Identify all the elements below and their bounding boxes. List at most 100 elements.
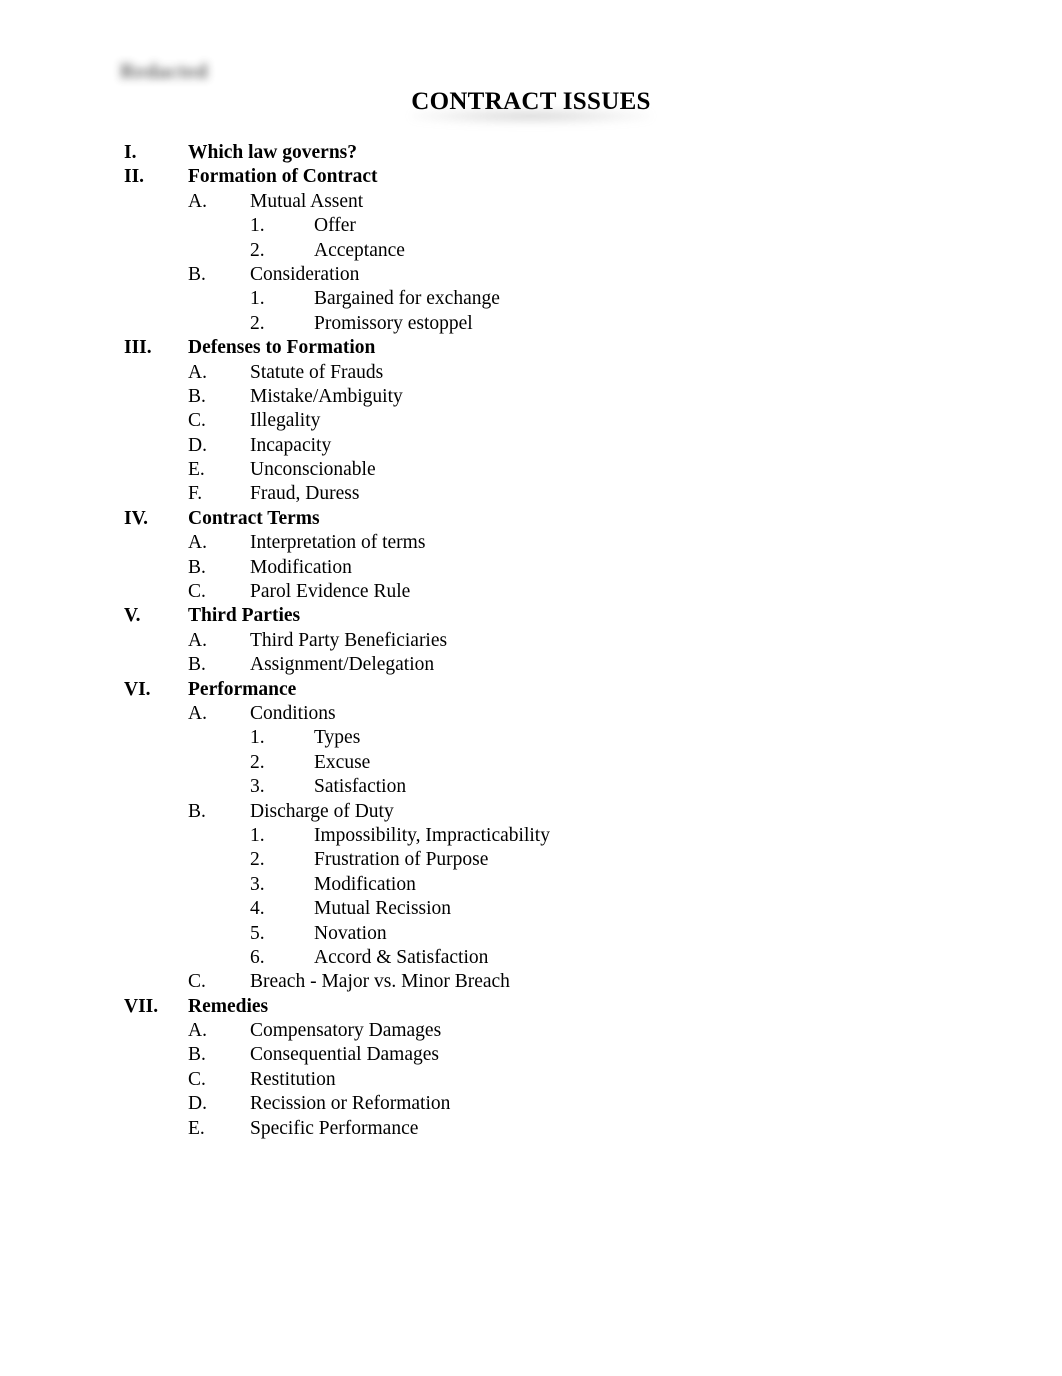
outline-item-level-3: 1. Impossibility, Impracticability (0, 824, 1062, 848)
outline-item-level-2: D. Recission or Reformation (0, 1092, 1062, 1116)
outline-item-label: Offer (314, 215, 356, 237)
outline-item-level-3: 2. Promissory estoppel (0, 312, 1062, 336)
outline-item-label: Satisfaction (314, 776, 407, 798)
page-title-text: CONTRACT ISSUES (411, 88, 651, 115)
outline-item-marker: B. (188, 654, 206, 676)
outline-item-level-3: 1. Bargained for exchange (0, 287, 1062, 311)
outline-item-level-2: A. Conditions (0, 702, 1062, 726)
outline-item-marker: 1. (250, 288, 265, 310)
outline-item-level-1: VI. Performance (0, 678, 1062, 702)
outline-item-marker: C. (188, 1068, 206, 1090)
outline-item-marker: 2. (250, 751, 265, 773)
outline-item-marker: I. (124, 142, 137, 163)
outline-item-marker: F. (188, 483, 203, 505)
outline-item-label: Defenses to Formation (188, 337, 376, 359)
outline-item-label: Breach - Major vs. Minor Breach (250, 971, 510, 993)
outline-item-label: Assignment/Delegation (250, 654, 435, 676)
outline-item-marker: C. (188, 581, 206, 603)
outline-item-marker: 2. (250, 312, 265, 334)
contract-issues-outline: I. Which law governs? II. Formation of Cont… (0, 141, 1062, 1141)
outline-item-label: Restitution (250, 1068, 336, 1090)
outline-item-label: Recission or Reformation (250, 1093, 451, 1115)
outline-item-marker: II. (124, 166, 145, 188)
outline-item-marker: 4. (250, 898, 265, 920)
outline-item-label: Novation (314, 922, 387, 944)
outline-item-marker: E. (188, 1117, 205, 1139)
outline-item-level-3: 2. Frustration of Purpose (0, 848, 1062, 872)
outline-item-label: Conditions (250, 702, 336, 724)
outline-item-level-1: I. Which law governs? (0, 141, 1062, 165)
outline-item-marker: A. (188, 1020, 207, 1042)
outline-item-level-3: 2. Excuse (0, 751, 1062, 775)
outline-item-level-2: B. Discharge of Duty (0, 800, 1062, 824)
outline-item-level-2: F. Fraud, Duress (0, 482, 1062, 506)
outline-item-label: Illegality (250, 410, 321, 432)
outline-item-level-1: V. Third Parties (0, 604, 1062, 628)
outline-item-marker: IV. (124, 507, 149, 529)
outline-item-label: Statute of Frauds (250, 361, 384, 383)
outline-item-label: Fraud, Duress (250, 483, 360, 505)
outline-item-level-1: VII. Remedies (0, 995, 1062, 1019)
outline-item-level-1: IV. Contract Terms (0, 507, 1062, 531)
outline-item-level-2: A. Mutual Assent (0, 190, 1062, 214)
outline-item-level-2: B. Mistake/Ambiguity (0, 385, 1062, 409)
page-title: CONTRACT ISSUES (0, 88, 1062, 116)
outline-item-label: Formation of Contract (188, 166, 378, 188)
outline-item-level-3: 3. Satisfaction (0, 775, 1062, 799)
outline-item-label: Consideration (250, 263, 360, 285)
outline-item-label: Mutual Assent (250, 190, 364, 212)
outline-item-marker: B. (188, 556, 206, 578)
outline-item-label: Remedies (188, 995, 269, 1017)
outline-item-label: Excuse (314, 751, 371, 773)
outline-item-marker: 1. (250, 727, 265, 749)
outline-item-marker: D. (188, 1093, 207, 1115)
outline-item-marker: B. (188, 263, 206, 285)
document-page: Redacted CONTRACT ISSUES I. Which law gov… (0, 0, 1062, 1376)
outline-item-level-2: A. Compensatory Damages (0, 1019, 1062, 1043)
outline-item-label: Performance (188, 678, 297, 700)
outline-item-level-1: II. Formation of Contract (0, 165, 1062, 189)
outline-item-marker: B. (188, 1044, 206, 1066)
outline-item-label: Contract Terms (188, 507, 320, 529)
outline-item-marker: C. (188, 410, 206, 432)
outline-item-label: Types (314, 727, 361, 749)
outline-item-level-3: 1. Offer (0, 214, 1062, 238)
outline-item-marker: 3. (250, 776, 265, 798)
outline-item-level-3: 5. Novation (0, 922, 1062, 946)
outline-item-marker: D. (188, 434, 207, 456)
outline-item-label: Accord & Satisfaction (314, 946, 489, 968)
outline-item-level-2: B. Consequential Damages (0, 1043, 1062, 1067)
outline-item-level-2: A. Interpretation of terms (0, 531, 1062, 555)
outline-item-label: Promissory estoppel (314, 312, 473, 334)
outline-item-marker: 5. (250, 922, 265, 944)
outline-item-label: Impossibility, Impracticability (314, 824, 550, 846)
outline-item-label: Modification (314, 873, 416, 895)
outline-item-marker: E. (188, 459, 205, 481)
outline-item-marker: A. (188, 532, 207, 554)
outline-item-label: Mutual Recission (314, 898, 452, 920)
outline-item-label: Third Party Beneficiaries (250, 629, 448, 651)
outline-item-label: Parol Evidence Rule (250, 581, 411, 603)
outline-item-label: Consequential Damages (250, 1044, 439, 1066)
outline-item-marker: 1. (250, 215, 265, 237)
outline-item-level-2: C. Restitution (0, 1068, 1062, 1092)
outline-item-level-2: C. Parol Evidence Rule (0, 580, 1062, 604)
outline-item-level-2: E. Specific Performance (0, 1117, 1062, 1141)
outline-item-marker: 6. (250, 946, 265, 968)
outline-item-label: Mistake/Ambiguity (250, 385, 403, 407)
document-header: Redacted CONTRACT ISSUES (0, 0, 1062, 135)
outline-item-label: Incapacity (250, 434, 332, 456)
outline-item-label: Bargained for exchange (314, 288, 500, 310)
outline-item-level-2: B. Assignment/Delegation (0, 653, 1062, 677)
outline-item-level-2: E. Unconscionable (0, 458, 1062, 482)
outline-item-level-2: B. Modification (0, 556, 1062, 580)
outline-item-marker: B. (188, 385, 206, 407)
outline-item-marker: A. (188, 190, 207, 212)
outline-item-level-2: D. Incapacity (0, 434, 1062, 458)
outline-item-level-3: 3. Modification (0, 873, 1062, 897)
outline-item-label: Compensatory Damages (250, 1020, 442, 1042)
outline-item-level-1: III. Defenses to Formation (0, 336, 1062, 360)
outline-item-level-2: C. Breach - Major vs. Minor Breach (0, 970, 1062, 994)
outline-item-marker: VI. (124, 678, 151, 700)
outline-item-marker: A. (188, 361, 207, 383)
